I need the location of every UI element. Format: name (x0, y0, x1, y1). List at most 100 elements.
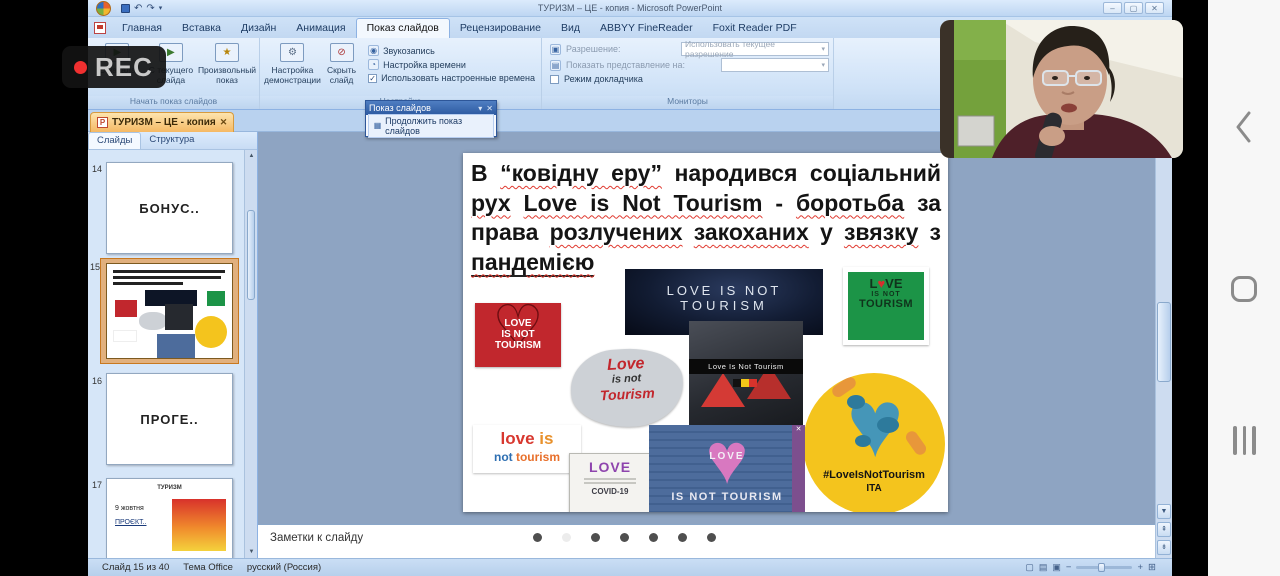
rehearse-timings-button[interactable]: ◔ Настройка времени (368, 59, 535, 70)
slide-thumbnail-15-selected[interactable] (100, 258, 239, 364)
presenter-view-checkbox[interactable] (550, 75, 559, 84)
tab-insert[interactable]: Вставка (172, 19, 231, 38)
tab-abbyy[interactable]: ABBYY FineReader (590, 19, 703, 38)
recents-icon[interactable] (1233, 426, 1256, 455)
slide-text-segment: з (918, 219, 941, 245)
tab-animation[interactable]: Анимация (286, 19, 355, 38)
scroll-up-icon[interactable]: ▲ (245, 150, 258, 162)
slide-number: 15 (90, 262, 100, 272)
slide-text-segment: у (809, 219, 844, 245)
use-timings-checkbox[interactable]: ✓ Использовать настроенные времена (368, 73, 535, 83)
fit-to-window-button[interactable]: ⊞ (1148, 562, 1156, 573)
zoom-slider[interactable] (1076, 566, 1132, 569)
slide-canvas[interactable]: В “ковідну еру” народився соціальний рух… (463, 153, 948, 512)
custom-show-label: Произвольный показ (198, 65, 256, 85)
chevron-down-icon: ▾ (821, 61, 825, 69)
show-on-select[interactable]: ▾ (721, 58, 829, 72)
record-narration-label: Звукозапись (383, 46, 435, 56)
gear-icon: ⚙ (280, 43, 304, 62)
page-dot[interactable] (591, 533, 600, 542)
close-icon[interactable]: ✕ (220, 117, 228, 128)
close-icon[interactable]: ✕ (486, 104, 493, 113)
custom-show-button[interactable]: ★ Произвольный показ (199, 40, 255, 96)
slide-text-segment: рух (471, 190, 511, 216)
page-dot-active[interactable] (562, 533, 571, 542)
pane-scrollbar[interactable]: ▲ ▼ (244, 150, 257, 558)
status-slide-number: Слайд 15 из 40 (102, 562, 169, 573)
group-monitors: ▣ Разрешение: Использовать текущее разре… (542, 38, 834, 109)
window-title: ТУРИЗМ – ЦЕ - копия - Microsoft PowerPoi… (538, 3, 722, 13)
rainbow-word: love (501, 429, 535, 448)
save-icon[interactable] (121, 4, 130, 13)
badge-hashtag: #LoveIsNotTourism (803, 469, 945, 481)
tab-slides-thumbnails[interactable]: Слайды (88, 132, 141, 149)
slides-pane: Слайды Структура 14 БОНУС.. 15 (88, 132, 258, 558)
tab-review[interactable]: Рецензирование (450, 19, 551, 38)
page-dot[interactable] (707, 533, 716, 542)
resolution-select[interactable]: Использовать текущее разрешение ▾ (681, 42, 829, 56)
tab-outline[interactable]: Структура (141, 132, 202, 149)
tab-view[interactable]: Вид (551, 19, 590, 38)
slide-text-segment: народився соціальний (662, 160, 941, 186)
status-language[interactable]: русский (Россия) (247, 562, 321, 573)
setup-slideshow-label: Настройка демонстрации (264, 65, 321, 85)
tab-design[interactable]: Дизайн (231, 19, 286, 38)
webcam-video[interactable] (940, 20, 1183, 158)
show-on-label: Показать представление на: (566, 60, 685, 70)
page-dot[interactable] (533, 533, 542, 542)
chevron-down-icon[interactable]: ▾ (478, 104, 482, 113)
slideshow-view-button[interactable]: ▣ (1052, 562, 1061, 573)
floating-toolbar-title: Показ слайдов (369, 103, 474, 113)
scrollbar-thumb[interactable] (247, 210, 255, 300)
tab-slideshow[interactable]: Показ слайдов (356, 18, 450, 38)
group-label: Мониторы (542, 96, 833, 109)
slide-thumbnail-16[interactable]: ПРОГЕ.. (106, 373, 233, 465)
addin-icon (94, 22, 106, 34)
slide-thumbnail-17[interactable]: ТУРИЗМ 9 жовтня ПРОЄКТ.. (106, 478, 233, 558)
qat-dropdown-icon[interactable]: ▾ (159, 4, 163, 12)
back-icon[interactable] (1233, 110, 1255, 144)
document-tab[interactable]: P ТУРИЗМ – ЦЕ - копия ✕ (90, 112, 234, 132)
thumbnail-text: БОНУС.. (107, 163, 232, 253)
undo-icon[interactable]: ↶ (134, 3, 142, 14)
redo-icon[interactable]: ↷ (146, 3, 154, 14)
scroll-down-icon[interactable]: ▼ (1157, 504, 1171, 519)
close-button[interactable]: ✕ (1145, 2, 1164, 14)
thumbnail-text: 9 жовтня (115, 505, 144, 512)
slide-text-segment: за (904, 190, 941, 216)
use-timings-label: Использовать настроенные времена (381, 73, 535, 83)
zoom-in-button[interactable]: + (1137, 562, 1143, 573)
slide-text-segment (683, 219, 694, 245)
page-dot[interactable] (620, 533, 629, 542)
collage-red-sticker: ♡ LOVE IS NOT TOURISM (475, 303, 561, 367)
scrollbar-thumb[interactable] (1157, 302, 1171, 382)
continue-slideshow-item[interactable]: ▦ Продолжить показ слайдов (368, 114, 494, 138)
checkbox-checked-icon: ✓ (368, 74, 377, 83)
presenter-view-label: Режим докладчика (564, 74, 643, 84)
webcam-participant (940, 20, 1183, 158)
setup-slideshow-button[interactable]: ⚙ Настройка демонстрации (264, 40, 321, 85)
zoom-slider-thumb[interactable] (1098, 563, 1105, 572)
door-strip: ✕ (792, 425, 805, 512)
thumbnail-title: ТУРИЗМ (107, 485, 232, 491)
scroll-down-icon[interactable]: ▼ (245, 546, 258, 558)
slide-thumbnail-14[interactable]: БОНУС.. (106, 162, 233, 254)
zoom-out-button[interactable]: − (1066, 562, 1072, 573)
page-dot[interactable] (678, 533, 687, 542)
tab-home[interactable]: Главная (112, 19, 172, 38)
tab-foxit[interactable]: Foxit Reader PDF (703, 19, 807, 38)
normal-view-button[interactable]: ▢ (1025, 562, 1034, 573)
record-narration-button[interactable]: ◉ Звукозапись (368, 45, 535, 56)
minimize-button[interactable]: – (1103, 2, 1122, 14)
office-button[interactable] (96, 1, 111, 16)
slide-scrollbar[interactable]: ▲ ▼ ⇞ ⇟ (1155, 132, 1172, 558)
home-icon[interactable] (1231, 276, 1257, 302)
document-tab-label: ТУРИЗМ – ЦЕ - копия (112, 117, 216, 128)
page-dot[interactable] (649, 533, 658, 542)
slide-sorter-view-button[interactable]: ▤ (1039, 562, 1048, 573)
hide-slide-button[interactable]: ⊘ Скрыть слайд (321, 40, 362, 85)
group-label: Начать показ слайдов (88, 96, 259, 109)
restore-button[interactable]: ▢ (1124, 2, 1143, 14)
resolution-label: Разрешение: (566, 44, 620, 54)
phone-screen: ↶ ↷ ▾ ТУРИЗМ – ЦЕ - копия - Microsoft Po… (0, 0, 1280, 576)
